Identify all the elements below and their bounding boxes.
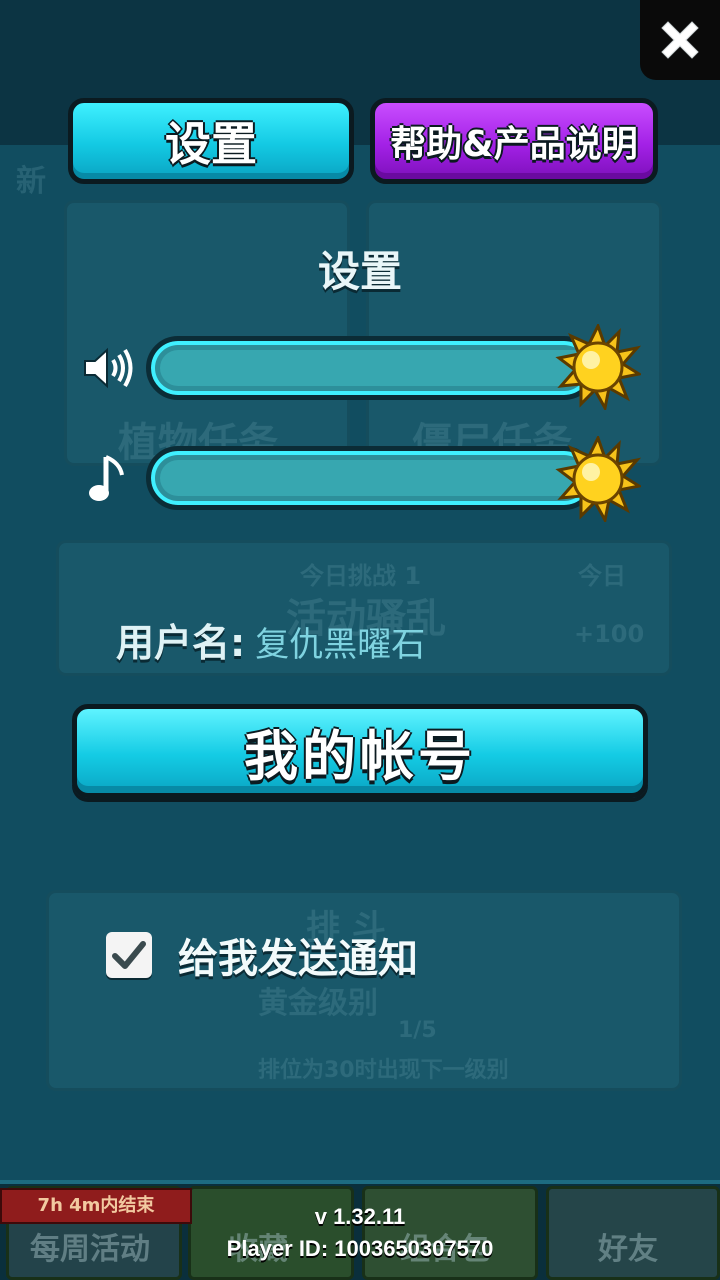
music-note-icon (80, 452, 136, 508)
nav-tile-weekly (6, 1186, 182, 1280)
nav-tile-friends (546, 1186, 720, 1280)
ghost-text: 排位为30时出现下一级别 (258, 1058, 509, 1083)
notifications-label: 给我发送通知 (178, 936, 418, 982)
sound-slider-thumb[interactable] (555, 322, 643, 413)
speaker-icon (80, 340, 136, 396)
close-button[interactable] (640, 0, 720, 80)
checkmark-icon (112, 941, 146, 969)
sun-icon (555, 322, 643, 413)
music-volume-slider[interactable] (146, 446, 596, 510)
tab-settings[interactable]: 设置 (68, 98, 354, 184)
weekly-timer-ribbon: 7h 4m内结束 (0, 1188, 192, 1224)
sound-volume-fill (160, 350, 592, 386)
ghost-text: 今日 (578, 562, 626, 590)
username-row: 用户名: 复仇黑曜石 (116, 612, 425, 667)
background-card (46, 890, 682, 1091)
sun-icon (555, 434, 643, 525)
username-label: 用户名: (116, 621, 246, 665)
tab-help[interactable]: 帮助&产品说明 (370, 98, 658, 184)
notifications-toggle[interactable]: 给我发送通知 (106, 926, 418, 984)
sound-volume-slider[interactable] (146, 336, 596, 400)
notifications-checkbox[interactable] (106, 932, 152, 978)
music-slider-thumb[interactable] (555, 434, 643, 525)
my-account-label: 我的帐号 (244, 724, 476, 788)
settings-title: 设置 (317, 247, 402, 296)
player-id-text: Player ID: 1003650307570 (226, 1236, 494, 1261)
my-account-button[interactable]: 我的帐号 (72, 704, 648, 798)
close-icon (661, 21, 699, 59)
nav-label-weekly: 每周活动 (30, 1232, 150, 1267)
ghost-text: +100 (574, 620, 645, 648)
ghost-text: 今日挑战 1 (300, 562, 422, 590)
tab-settings-label: 设置 (165, 117, 257, 171)
ghost-text: 黄金级别 (258, 986, 378, 1021)
nav-label-friends: 好友 (598, 1232, 658, 1267)
ghost-text: 新 (16, 164, 46, 199)
tab-help-label: 帮助&产品说明 (390, 124, 638, 165)
version-info: v 1.32.11 Player ID: 1003650307570 (200, 1202, 520, 1266)
settings-screen: 新 植物任务 僵尸任务 今日挑战 1 活动骚乱 今日 +100 排 斗 黄金级别… (0, 0, 720, 1280)
ghost-text: 1/5 (398, 1018, 437, 1043)
username-value: 复仇黑曜石 (255, 625, 426, 665)
music-volume-fill (160, 460, 592, 496)
version-text: v 1.32.11 (314, 1204, 406, 1229)
